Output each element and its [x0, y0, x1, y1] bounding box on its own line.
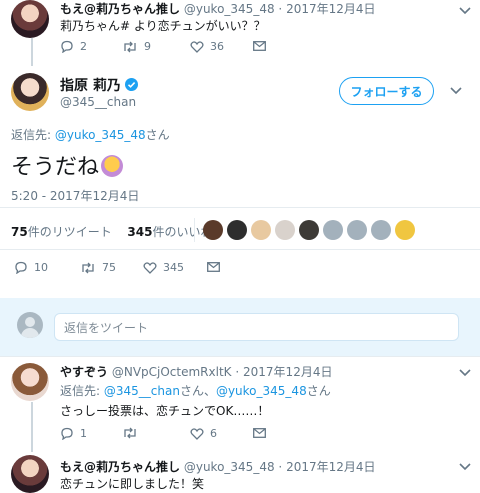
- avatar[interactable]: [11, 455, 49, 493]
- separator: ·: [278, 460, 283, 474]
- current-user-avatar: [17, 312, 43, 338]
- like-action[interactable]: 345: [143, 261, 184, 274]
- tweet-date[interactable]: 2017年12月4日: [286, 460, 375, 474]
- dm-action[interactable]: [207, 262, 220, 272]
- like-count: 36: [210, 40, 224, 53]
- verified-icon: [124, 78, 138, 91]
- liker-avatar[interactable]: [299, 220, 319, 240]
- avatar[interactable]: [11, 73, 49, 111]
- tweet-header: もえ@莉乃ちゃん推し @yuko_345_48 · 2017年12月4日: [60, 458, 376, 475]
- stats-separator: [194, 218, 195, 242]
- retweet-action[interactable]: 9: [122, 40, 151, 53]
- retweet-count: 75: [102, 261, 116, 274]
- dm-action[interactable]: [253, 41, 266, 51]
- reply-icon: [61, 427, 73, 440]
- tweet-date[interactable]: 2017年12月4日: [243, 365, 332, 379]
- reply-to-handle-link[interactable]: @yuko_345_48: [55, 128, 146, 142]
- chevron-down-icon[interactable]: [459, 7, 471, 15]
- retweet-icon: [124, 427, 136, 439]
- reply-action[interactable]: 10: [14, 261, 48, 274]
- retweet-total[interactable]: 75: [11, 225, 28, 239]
- liker-avatar[interactable]: [395, 220, 415, 240]
- liker-avatar[interactable]: [203, 220, 223, 240]
- tweet-header: やすぞう @NVpCjOctemRxltK · 2017年12月4日: [60, 363, 332, 380]
- display-name[interactable]: もえ@莉乃ちゃん推し: [60, 460, 180, 474]
- retweet-action[interactable]: [122, 427, 144, 439]
- reply-icon: [15, 261, 27, 274]
- like-icon: [143, 261, 157, 274]
- chevron-down-icon[interactable]: [459, 369, 471, 377]
- tweet-text: 莉乃ちゃん# より恋チュンがいい？？: [60, 19, 266, 33]
- reply-count: 10: [34, 261, 48, 274]
- dm-icon: [253, 428, 266, 438]
- retweet-total-label: 件のリツイート: [27, 225, 112, 239]
- display-name[interactable]: やすぞう: [60, 365, 108, 379]
- person-emoji-icon: [101, 155, 124, 177]
- engagement-stats: 75件のリツイート 345件のいいね: [11, 223, 212, 240]
- retweet-action[interactable]: 75: [80, 261, 116, 274]
- reply-to-prefix: 返信先:: [11, 128, 55, 142]
- avatar[interactable]: [11, 0, 49, 38]
- tweet-text: 恋チュンに即しました！笑: [60, 477, 205, 491]
- liker-avatar[interactable]: [227, 220, 247, 240]
- reply-input[interactable]: 返信をツイート: [54, 313, 459, 341]
- handle[interactable]: @yuko_345_48: [184, 2, 275, 16]
- retweet-icon: [124, 41, 136, 52]
- reply-action[interactable]: 1: [60, 427, 87, 440]
- reply-to-line: 返信先: @345__chanさん、@yuko_345_48さん: [60, 382, 331, 399]
- chevron-down-icon[interactable]: [450, 87, 462, 95]
- likers-avatars: [203, 220, 415, 240]
- thread-line: [31, 38, 33, 66]
- display-name[interactable]: 指原 莉乃: [60, 78, 121, 94]
- main-tweet-text-row: そうだね: [11, 149, 124, 181]
- tweet-date[interactable]: 2017年12月4日: [286, 2, 375, 16]
- liker-avatar[interactable]: [371, 220, 391, 240]
- liker-avatar[interactable]: [347, 220, 367, 240]
- like-total[interactable]: 345: [127, 225, 152, 239]
- like-icon: [190, 427, 204, 440]
- retweet-count: 9: [144, 40, 151, 53]
- reply-to-suffix: さん: [145, 128, 170, 142]
- tweet-header: もえ@莉乃ちゃん推し @yuko_345_48 · 2017年12月4日: [60, 0, 376, 17]
- dm-action[interactable]: [253, 428, 266, 438]
- timestamp[interactable]: 5:20 - 2017年12月4日: [11, 187, 139, 204]
- liker-avatar[interactable]: [275, 220, 295, 240]
- divider: [0, 207, 480, 208]
- liker-avatar[interactable]: [323, 220, 343, 240]
- chevron-down-icon[interactable]: [459, 463, 471, 471]
- dm-icon: [253, 41, 266, 51]
- like-action[interactable]: 6: [190, 427, 217, 440]
- reply-to-suffix: さん: [306, 384, 331, 398]
- thread-line: [31, 402, 33, 452]
- main-tweet-name-row: 指原 莉乃: [60, 75, 138, 95]
- like-icon: [190, 40, 204, 53]
- follow-button[interactable]: フォローする: [339, 77, 434, 105]
- like-count: 345: [163, 261, 184, 274]
- handle[interactable]: @yuko_345_48: [184, 460, 275, 474]
- reply-count: 1: [80, 427, 87, 440]
- display-name[interactable]: もえ@莉乃ちゃん推し: [60, 2, 180, 16]
- reply-to-prefix: 返信先:: [60, 384, 104, 398]
- main-tweet-text: そうだね: [11, 155, 100, 180]
- avatar[interactable]: [11, 363, 49, 401]
- like-action[interactable]: 36: [190, 40, 224, 53]
- reply-icon: [61, 40, 73, 53]
- reply-to-handle-link[interactable]: @yuko_345_48: [216, 384, 307, 398]
- reply-to-handle-link[interactable]: @345__chan: [104, 384, 180, 398]
- handle[interactable]: @345__chan: [60, 95, 136, 109]
- tweet-text: さっしー投票は、恋チュンでOK……！: [60, 404, 270, 418]
- separator: ·: [235, 365, 240, 379]
- divider: [0, 356, 480, 357]
- like-count: 6: [210, 427, 217, 440]
- reply-to-mid: さん、: [179, 384, 216, 398]
- liker-avatar[interactable]: [251, 220, 271, 240]
- separator: ·: [278, 2, 283, 16]
- retweet-icon: [82, 262, 94, 273]
- reply-action[interactable]: 2: [60, 40, 87, 53]
- reply-count: 2: [80, 40, 87, 53]
- dm-icon: [207, 262, 220, 272]
- reply-to-line: 返信先: @yuko_345_48さん: [11, 126, 170, 143]
- divider: [0, 249, 480, 250]
- handle[interactable]: @NVpCjOctemRxltK: [112, 365, 232, 379]
